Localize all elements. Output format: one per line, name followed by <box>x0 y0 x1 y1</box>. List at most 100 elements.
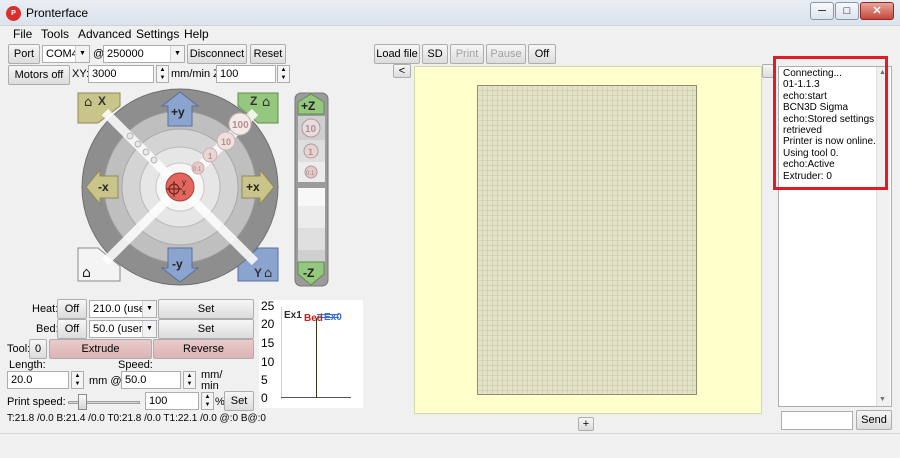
chevron-down-icon: ▼ <box>170 46 184 62</box>
center-y-label: y <box>182 178 186 187</box>
z-feedrate-input[interactable]: 100 <box>216 65 276 83</box>
menu-tools[interactable]: Tools <box>41 27 69 41</box>
tool-label: Tool: <box>7 343 31 355</box>
print-speed-slider[interactable] <box>78 394 88 410</box>
step-1-marker[interactable]: 1 <box>202 147 218 163</box>
home-z-label: Z <box>250 94 257 108</box>
xy-jog-control[interactable]: ⌂ X Z ⌂ ⌂ Y ⌂ +y -y -x +x 100 10 1 0.1 y… <box>70 88 290 288</box>
home-x-label: X <box>98 94 106 108</box>
speed-spinner[interactable]: ▲ ▼ <box>183 371 196 389</box>
port-value: COM4 <box>46 48 78 60</box>
bed-temp-value: 50.0 (user) <box>93 323 147 335</box>
minus-x-label: -x <box>98 180 109 194</box>
xy-feedrate-spinner[interactable]: ▲ ▼ <box>156 65 169 83</box>
extrude-button[interactable]: Extrude <box>49 339 152 359</box>
load-file-button[interactable]: Load file <box>374 44 420 64</box>
center-home-button[interactable]: y x <box>165 172 195 202</box>
graph-y-tick-15: 15 <box>261 336 275 350</box>
heat-temp-select[interactable]: 210.0 (user) ▼ <box>89 300 157 318</box>
print-speed-set-button[interactable]: Set <box>224 391 254 411</box>
collapse-panel-button[interactable]: < <box>393 64 411 78</box>
graph-y-tick-20: 20 <box>261 317 275 331</box>
print-speed-label: Print speed: <box>7 396 66 408</box>
menu-file[interactable]: File <box>13 27 32 41</box>
baud-value: 250000 <box>107 48 144 60</box>
pause-button[interactable]: Pause <box>486 44 526 64</box>
scroll-down-icon[interactable]: ▼ <box>879 396 886 403</box>
status-bar <box>0 433 900 458</box>
step-100-marker[interactable]: 100 <box>228 112 252 136</box>
menu-help[interactable]: Help <box>184 27 209 41</box>
reset-button[interactable]: Reset <box>250 44 286 64</box>
menu-advanced[interactable]: Advanced <box>78 27 131 41</box>
menu-settings[interactable]: Settings <box>136 27 179 41</box>
minus-z-label: -Z <box>303 266 314 280</box>
motors-off-button[interactable]: Motors off <box>8 65 70 85</box>
port-select[interactable]: COM4 ▼ <box>42 45 90 63</box>
maximize-button[interactable]: □ <box>835 2 859 20</box>
length-input[interactable]: 20.0 <box>7 371 69 389</box>
print-speed-input[interactable]: 100 <box>145 392 199 410</box>
command-input[interactable] <box>781 411 853 430</box>
z-step-1-label: 1 <box>308 147 313 157</box>
heat-label: Heat: <box>32 303 59 315</box>
temperature-status: T:21.8 /0.0 B:21.4 /0.0 T0:21.8 /0.0 T1:… <box>7 413 266 424</box>
speed-unit-line2: min <box>201 380 219 392</box>
bed-off-button[interactable]: Off <box>57 319 87 339</box>
disconnect-button[interactable]: Disconnect <box>187 44 247 64</box>
step-01-marker[interactable]: 0.1 <box>191 161 205 175</box>
print-speed-spinner[interactable]: ▲ ▼ <box>201 392 214 410</box>
length-spinner[interactable]: ▲ ▼ <box>71 371 84 389</box>
plus-x-label: +x <box>246 180 260 194</box>
graph-y-tick-5: 5 <box>261 373 268 387</box>
heat-set-button[interactable]: Set <box>158 299 254 319</box>
port-button[interactable]: Port <box>8 44 40 64</box>
graph-legend-ex1: Ex1 <box>284 310 302 321</box>
title-bar <box>0 0 900 26</box>
z-jog-control[interactable]: +Z 10 1 0.1 -Z <box>294 92 330 288</box>
baud-select[interactable]: 250000 ▼ <box>103 45 185 63</box>
home-icon: ⌂ <box>82 265 91 281</box>
heat-off-button[interactable]: Off <box>57 299 87 319</box>
home-y-label: Y <box>254 266 262 280</box>
minus-y-label: -y <box>172 257 183 271</box>
graph-y-tick-10: 10 <box>261 355 275 369</box>
minimize-button[interactable]: ─ <box>810 2 834 20</box>
home-icon: ⌂ <box>264 266 272 281</box>
step-10-label: 10 <box>221 137 231 147</box>
plus-y-label: +y <box>171 105 185 119</box>
graph-y-tick-0: 0 <box>261 391 268 405</box>
send-button[interactable]: Send <box>856 410 892 430</box>
speed-input[interactable]: 50.0 <box>121 371 181 389</box>
xy-label: XY: <box>72 68 90 80</box>
bed-temp-select[interactable]: 50.0 (user) ▼ <box>89 320 157 338</box>
length-label: Length: <box>9 359 46 371</box>
build-plate-grid <box>477 85 697 395</box>
home-icon: ⌂ <box>84 95 92 110</box>
bed-set-button[interactable]: Set <box>158 319 254 339</box>
center-x-label: x <box>182 188 186 197</box>
plus-z-label: +Z <box>301 99 315 113</box>
chevron-down-icon: ▼ <box>142 321 156 337</box>
print-button[interactable]: Print <box>450 44 484 64</box>
sd-button[interactable]: SD <box>422 44 448 64</box>
off-button[interactable]: Off <box>528 44 556 64</box>
chevron-down-icon: ▼ <box>75 46 89 62</box>
reverse-button[interactable]: Reverse <box>153 339 254 359</box>
speed-label: Speed: <box>118 359 153 371</box>
z-feedrate-spinner[interactable]: ▲ ▼ <box>277 65 290 83</box>
xy-feedrate-input[interactable]: 3000 <box>88 65 154 83</box>
chevron-down-icon: ▼ <box>142 301 156 317</box>
step-10-marker[interactable]: 10 <box>216 131 236 151</box>
add-object-button[interactable]: + <box>578 417 594 431</box>
window-title: Pronterface <box>26 6 89 20</box>
red-highlight-box <box>773 56 888 190</box>
tool-select-button[interactable]: 0 <box>29 339 47 359</box>
z-step-01-label: 0.1 <box>306 171 315 177</box>
close-button[interactable]: ✕ <box>860 2 894 20</box>
graph-legend-ex0: Ex0 <box>324 312 342 323</box>
step-01-label: 0.1 <box>193 167 202 173</box>
home-icon: ⌂ <box>262 95 270 110</box>
step-100-label: 100 <box>232 120 249 131</box>
graph-axis <box>281 307 282 399</box>
